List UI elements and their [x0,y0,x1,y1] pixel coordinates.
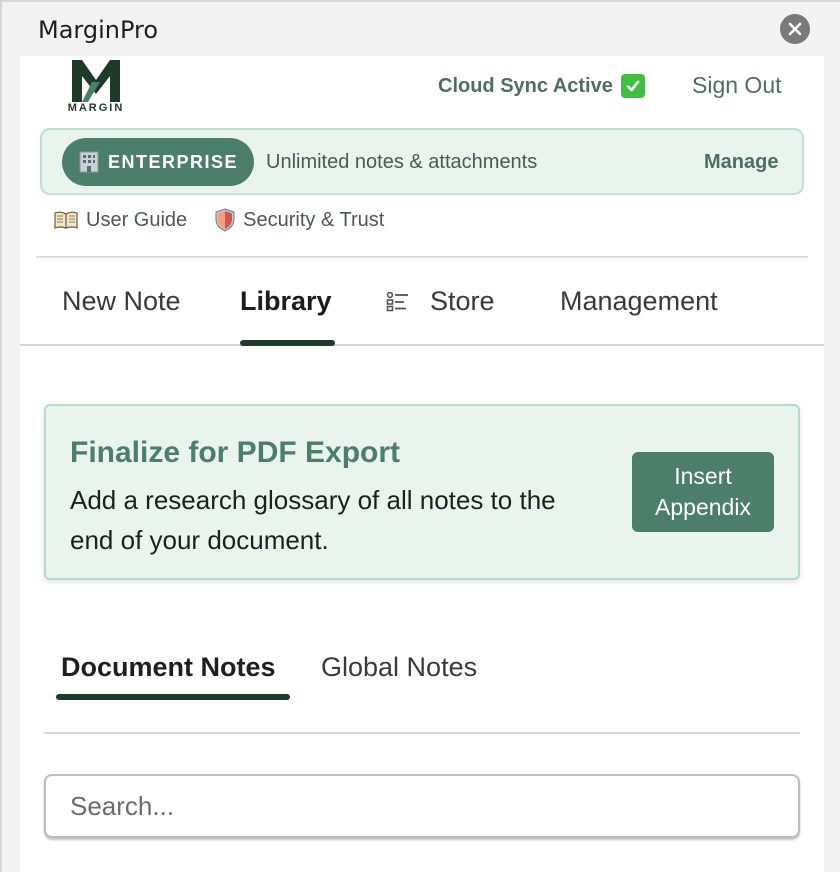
margin-logo: MARGIN [64,58,128,116]
main-nav: New Note Library Store Management [20,256,824,346]
tab-document-notes[interactable]: Document Notes [61,652,276,683]
security-trust-label: Security & Trust [243,208,385,231]
close-button[interactable] [780,14,810,44]
addin-panel: MARGIN Cloud Sync Active Sign Out ENTERP… [20,56,824,872]
plan-banner: ENTERPRISE Unlimited notes & attachments… [40,128,804,195]
sign-out-link[interactable]: Sign Out [692,72,782,99]
tab-global-notes[interactable]: Global Notes [321,652,477,683]
window-frame: MarginPro MARGIN Cloud Sync Active Sign … [0,0,840,872]
user-guide-label: User Guide [86,208,188,231]
export-card-title: Finalize for PDF Export [70,436,401,469]
logo-m-icon [72,60,120,102]
tab-library[interactable]: Library [240,286,332,317]
logo-wordmark: MARGIN [67,102,125,114]
tab-new-note[interactable]: New Note [62,286,181,317]
notes-tab-indicator [56,694,290,700]
list-icon [386,291,408,311]
tab-store[interactable]: Store [386,286,495,317]
manage-link[interactable]: Manage [704,151,778,174]
left-border [0,0,2,872]
office-building-icon [79,151,99,173]
search-input[interactable] [44,774,800,838]
title-bar: MarginPro [2,2,840,56]
notes-tabs: Document Notes Global Notes [44,634,800,734]
sync-status: Cloud Sync Active [438,74,645,98]
open-book-icon [54,211,78,229]
active-tab-indicator [240,340,335,346]
insert-appendix-button[interactable]: Insert Appendix [632,452,774,532]
checkmark-icon [620,74,645,98]
close-icon [788,22,802,36]
security-trust-link[interactable]: Security & Trust [215,208,384,232]
shield-icon [215,208,235,232]
export-card-text: Add a research glossary of all notes to … [70,485,556,555]
sync-status-label: Cloud Sync Active [438,74,613,97]
tab-management[interactable]: Management [560,286,718,317]
enterprise-badge: ENTERPRISE [62,138,254,186]
app-title: MarginPro [38,16,159,44]
plan-description: Unlimited notes & attachments [266,151,538,173]
badge-label: ENTERPRISE [107,151,239,172]
pdf-export-card: Finalize for PDF Export Add a research g… [44,404,800,580]
user-guide-link[interactable]: User Guide [54,208,187,232]
divider [44,732,800,734]
tab-store-label: Store [430,286,495,316]
help-links: User Guide Security & Trust [54,208,384,232]
